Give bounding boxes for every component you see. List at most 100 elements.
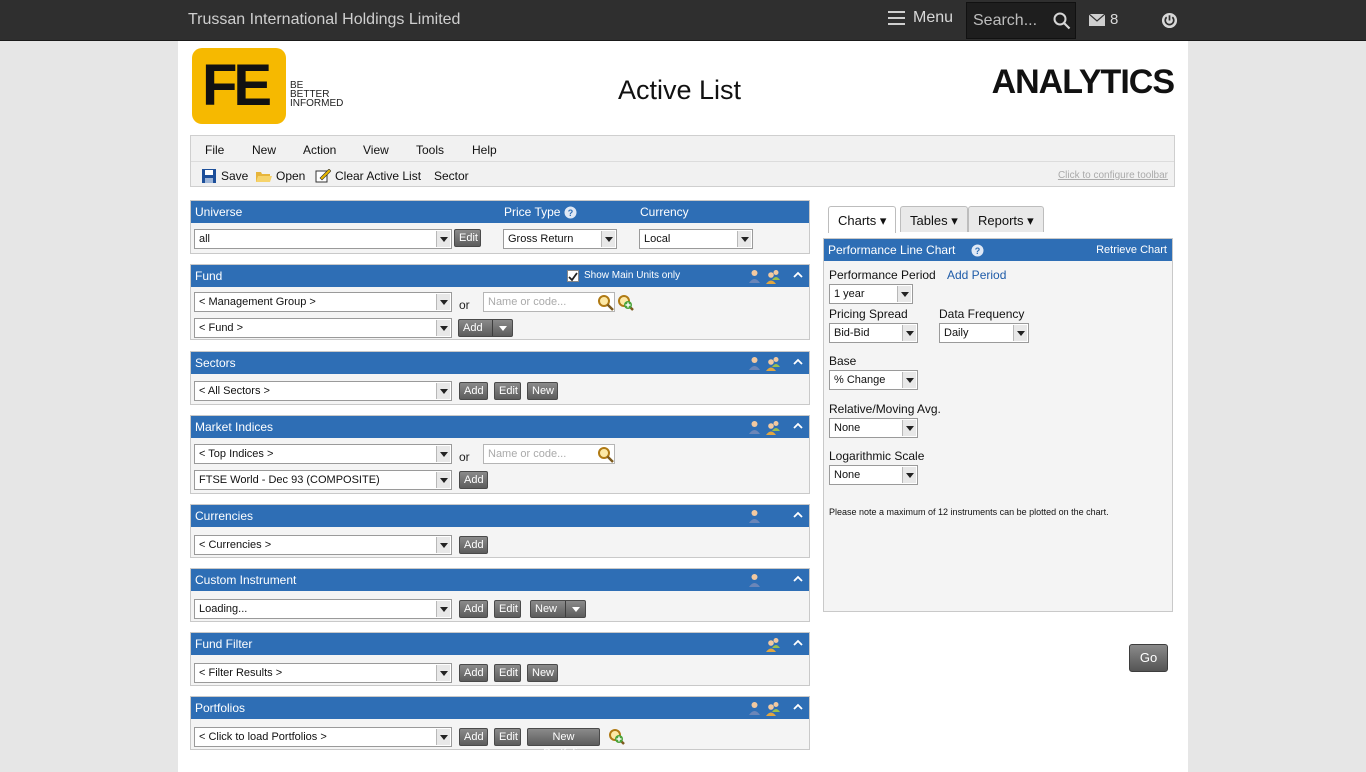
configure-toolbar-link[interactable]: Click to configure toolbar bbox=[1058, 170, 1168, 181]
menu-tools[interactable]: Tools bbox=[416, 143, 444, 157]
sectors-new-button[interactable]: New bbox=[527, 382, 558, 400]
new-portfolio-button[interactable]: New Portfolio bbox=[527, 728, 600, 759]
mail-icon bbox=[1089, 13, 1105, 26]
clear-active-list-button[interactable]: Clear Active List bbox=[315, 169, 421, 183]
collapse-icon[interactable] bbox=[793, 638, 803, 648]
currencies-add-button[interactable]: Add bbox=[459, 536, 488, 554]
page-title: Active List bbox=[618, 75, 742, 105]
help-icon[interactable]: ? bbox=[564, 206, 577, 219]
save-button[interactable]: Save bbox=[201, 169, 248, 183]
fund-select[interactable]: < Fund > bbox=[194, 318, 452, 338]
go-button[interactable]: Go bbox=[1129, 644, 1168, 672]
add-period-link[interactable]: Add Period bbox=[947, 268, 1006, 282]
sectors-edit-button[interactable]: Edit bbox=[494, 382, 521, 400]
custom-instrument-new-button[interactable]: New bbox=[530, 600, 586, 618]
users-icon[interactable] bbox=[766, 701, 781, 716]
retrieve-chart-link[interactable]: Retrieve Chart bbox=[1096, 244, 1167, 256]
instrument-limit-note: Please note a maximum of 12 instruments … bbox=[829, 507, 1109, 517]
menu-view[interactable]: View bbox=[363, 143, 389, 157]
universe-edit-button[interactable]: Edit bbox=[454, 229, 481, 247]
users-icon[interactable] bbox=[766, 420, 781, 435]
help-icon[interactable]: ? bbox=[971, 244, 984, 257]
sector-button[interactable]: Sector bbox=[434, 169, 469, 183]
menu-action[interactable]: Action bbox=[303, 143, 336, 157]
search-input[interactable] bbox=[973, 11, 1051, 31]
magnifier-icon[interactable] bbox=[597, 446, 614, 463]
menu-button[interactable]: Menu bbox=[888, 9, 953, 27]
index-search-input[interactable] bbox=[483, 444, 615, 464]
fund-search-input[interactable] bbox=[483, 292, 615, 312]
menu-help[interactable]: Help bbox=[472, 143, 497, 157]
collapse-icon[interactable] bbox=[793, 574, 803, 584]
users-icon[interactable] bbox=[766, 637, 781, 652]
user-icon[interactable] bbox=[747, 356, 762, 371]
collapse-icon[interactable] bbox=[793, 270, 803, 280]
advanced-search-icon[interactable] bbox=[608, 728, 625, 745]
currencies-select[interactable]: < Currencies > bbox=[194, 535, 452, 555]
menu-file[interactable]: File bbox=[205, 143, 224, 157]
user-icon[interactable] bbox=[747, 269, 762, 284]
dropdown-icon[interactable] bbox=[565, 601, 585, 617]
show-main-units-checkbox[interactable] bbox=[567, 270, 579, 282]
custom-instrument-add-button[interactable]: Add bbox=[459, 600, 488, 618]
data-frequency-select[interactable]: Daily bbox=[939, 323, 1029, 343]
logarithmic-scale-select[interactable]: None bbox=[829, 465, 918, 485]
top-indices-select[interactable]: < Top Indices > bbox=[194, 444, 452, 464]
collapse-icon[interactable] bbox=[793, 421, 803, 431]
tool-strip: Save Open Clear Active List Sector Click bbox=[191, 163, 1174, 187]
user-icon[interactable] bbox=[747, 420, 762, 435]
performance-period-select[interactable]: 1 year bbox=[829, 284, 913, 304]
or-label: or bbox=[459, 450, 470, 464]
power-icon[interactable] bbox=[1161, 12, 1178, 29]
collapse-icon[interactable] bbox=[793, 357, 803, 367]
currency-select[interactable]: Local bbox=[639, 229, 753, 249]
menu-new[interactable]: New bbox=[252, 143, 276, 157]
fund-filter-edit-button[interactable]: Edit bbox=[494, 664, 521, 682]
portfolios-add-button[interactable]: Add bbox=[459, 728, 488, 746]
sectors-header: Sectors bbox=[191, 352, 809, 374]
base-select[interactable]: % Change bbox=[829, 370, 918, 390]
custom-instrument-select[interactable]: Loading... bbox=[194, 599, 452, 619]
fund-add-button[interactable]: Add bbox=[458, 319, 513, 337]
sectors-add-button[interactable]: Add bbox=[459, 382, 488, 400]
index-select[interactable]: FTSE World - Dec 93 (COMPOSITE) bbox=[194, 470, 452, 490]
tab-charts[interactable]: Charts ▾ bbox=[828, 206, 897, 233]
custom-instrument-edit-button[interactable]: Edit bbox=[494, 600, 521, 618]
index-add-button[interactable]: Add bbox=[459, 471, 488, 489]
custom-instrument-header: Custom Instrument bbox=[191, 569, 809, 591]
relative-moving-avg-select[interactable]: None bbox=[829, 418, 918, 438]
user-icon[interactable] bbox=[747, 701, 762, 716]
portfolios-select[interactable]: < Click to load Portfolios > bbox=[194, 727, 452, 747]
search-icon[interactable] bbox=[1053, 12, 1071, 30]
universe-select[interactable]: all bbox=[194, 229, 452, 249]
magnifier-icon[interactable] bbox=[597, 294, 614, 311]
collapse-icon[interactable] bbox=[793, 702, 803, 712]
performance-period-label: Performance Period bbox=[829, 268, 936, 282]
base-label: Base bbox=[829, 354, 857, 368]
sectors-select[interactable]: < All Sectors > bbox=[194, 381, 452, 401]
fund-filter-select[interactable]: < Filter Results > bbox=[194, 663, 452, 683]
user-icon[interactable] bbox=[747, 509, 762, 524]
price-type-select[interactable]: Gross Return bbox=[503, 229, 617, 249]
tab-reports[interactable]: Reports ▾ bbox=[968, 206, 1044, 232]
user-icon[interactable] bbox=[747, 573, 762, 588]
fund-filter-add-button[interactable]: Add bbox=[459, 664, 488, 682]
fund-filter-new-button[interactable]: New bbox=[527, 664, 558, 682]
users-icon[interactable] bbox=[766, 356, 781, 371]
dropdown-icon[interactable] bbox=[492, 320, 512, 336]
pricing-spread-select[interactable]: Bid-Bid bbox=[829, 323, 918, 343]
management-group-select[interactable]: < Management Group > bbox=[194, 292, 452, 312]
checkmark-icon bbox=[568, 272, 578, 282]
advanced-search-icon[interactable] bbox=[617, 294, 634, 311]
universe-header: Universe Price Type ? Currency bbox=[191, 201, 809, 223]
users-icon[interactable] bbox=[766, 269, 781, 284]
logo-text: FE bbox=[202, 53, 272, 118]
search-box bbox=[966, 2, 1076, 39]
portfolios-edit-button[interactable]: Edit bbox=[494, 728, 521, 746]
messages-button[interactable]: 8 bbox=[1089, 11, 1118, 28]
tab-tables[interactable]: Tables ▾ bbox=[900, 206, 968, 232]
page-container: FE BE BETTER INFORMED Active List ANALYT… bbox=[178, 41, 1188, 772]
performance-chart-panel: Performance Line Chart ? Retrieve Chart … bbox=[823, 238, 1173, 612]
collapse-icon[interactable] bbox=[793, 510, 803, 520]
open-button[interactable]: Open bbox=[256, 169, 305, 183]
